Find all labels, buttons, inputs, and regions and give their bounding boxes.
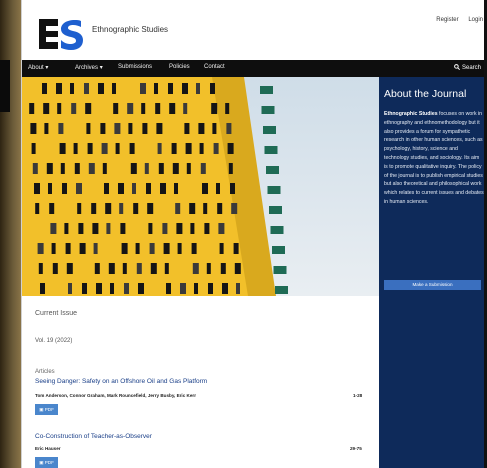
search-icon — [454, 64, 461, 71]
article-authors: Tom Anderson, Connor Graham, Mark Rounce… — [35, 393, 196, 398]
make-submission-button[interactable]: Make a Submission — [384, 280, 481, 290]
article-title-link[interactable]: Seeing Danger: Safety on an Offshore Oil… — [35, 378, 207, 385]
journal-page: Ethnographic Studies Register Login Abou… — [21, 0, 484, 468]
article-pages: 1-28 — [353, 393, 363, 398]
pdf-label: PDF — [44, 460, 54, 465]
sidebar-title: About the Journal — [384, 88, 467, 100]
site-header: Ethnographic Studies Register Login — [22, 0, 484, 60]
search-button[interactable]: Search — [454, 64, 481, 71]
issue-volume[interactable]: Vol. 19 (2022) — [35, 338, 72, 344]
current-issue-heading: Current Issue — [35, 310, 78, 317]
register-link[interactable]: Register — [436, 17, 458, 23]
nav-contact[interactable]: Contact — [204, 64, 225, 70]
current-issue-section: Current Issue Vol. 19 (2022) Articles Se… — [22, 296, 379, 468]
login-link[interactable]: Login — [468, 17, 483, 23]
nav-submissions[interactable]: Submissions — [118, 64, 152, 70]
about-sidebar: About the Journal Ethnographic Studies f… — [379, 77, 484, 468]
header-links: Register Login — [428, 17, 483, 23]
nav-about[interactable]: About ▾ — [28, 64, 48, 71]
nav-policies[interactable]: Policies — [169, 64, 190, 70]
description-text: focuses on work in ethnography and ethno… — [384, 111, 484, 205]
chevron-down-icon: ▾ — [45, 65, 49, 71]
screen-edge-dark — [0, 60, 10, 112]
search-label: Search — [461, 65, 481, 71]
sidebar-description: Ethnographic Studies focuses on work in … — [384, 110, 484, 207]
section-heading: Articles — [35, 369, 55, 375]
journal-name: Ethnographic Studies — [384, 111, 438, 117]
main-nav: About ▾ Archives ▾ Submissions Policies … — [22, 60, 484, 77]
pdf-button[interactable]: ▣ PDF — [35, 404, 58, 415]
site-title[interactable]: Ethnographic Studies — [92, 25, 172, 35]
article-authors: Eric Hauser — [35, 446, 61, 451]
chevron-down-icon: ▾ — [99, 65, 103, 71]
nav-archives[interactable]: Archives ▾ — [75, 64, 103, 71]
nav-about-label: About — [28, 65, 44, 71]
pdf-label: PDF — [44, 407, 54, 412]
nav-archives-label: Archives — [75, 65, 99, 71]
article-title-link[interactable]: Co-Construction of Teacher-as-Observer — [35, 433, 152, 440]
pdf-button[interactable]: ▣ PDF — [35, 457, 58, 468]
article-pages: 29-75 — [350, 446, 362, 451]
journal-logo[interactable] — [39, 17, 83, 51]
hero-building-image — [22, 77, 379, 296]
document-icon: ▣ — [39, 460, 44, 465]
document-icon: ▣ — [39, 407, 44, 412]
